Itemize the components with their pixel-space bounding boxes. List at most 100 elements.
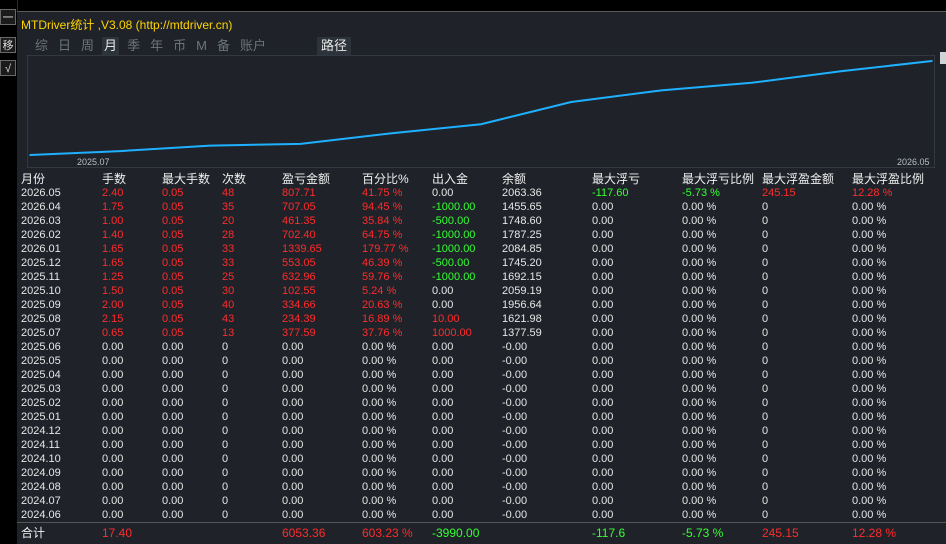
column-header-6[interactable]: 出入金	[432, 172, 468, 187]
table-row[interactable]: 2025.02 0.00 0.00 0 0.00 0.00 % 0.00 -0.00 0.00 0…	[21, 396, 941, 410]
cell-最大浮亏: -117.60	[592, 187, 629, 199]
tab-4[interactable]: 季	[125, 37, 142, 55]
cell-余额: -0.00	[502, 355, 528, 367]
total-lots: 17.40	[102, 526, 133, 540]
panel-scroll-edge[interactable]	[940, 52, 946, 64]
cell-最大浮亏比例: 0.00 %	[682, 425, 717, 437]
cell-出入金: -500.00	[432, 257, 470, 269]
cell-出入金: -1000.00	[432, 229, 476, 241]
table-row[interactable]: 2025.07 0.65 0.05 13 377.59 37.76 % 1000.00 137…	[21, 326, 941, 340]
cell-余额: 1377.59	[502, 327, 542, 339]
cell-最大浮盈比例: 0.00 %	[852, 411, 887, 423]
table-row[interactable]: 2025.10 1.50 0.05 30 102.55 5.24 % 0.00 2059.19…	[21, 284, 941, 298]
cell-最大手数: 0.05	[162, 327, 184, 339]
cell-余额: 1455.65	[502, 201, 542, 213]
tab-9[interactable]: 账户	[238, 37, 268, 55]
column-header-2[interactable]: 最大手数	[162, 172, 210, 187]
column-header-0[interactable]: 月份	[21, 172, 45, 187]
column-header-8[interactable]: 最大浮亏	[592, 172, 640, 187]
cell-最大浮亏比例: 0.00 %	[682, 201, 717, 213]
cell-最大浮盈金额: 0	[762, 313, 769, 325]
column-header-7[interactable]: 余额	[502, 172, 526, 187]
table-row[interactable]: 2025.09 2.00 0.05 40 334.66 20.63 % 0.00 1956.6…	[21, 298, 941, 312]
cell-次数: 30	[222, 285, 235, 297]
cell-最大浮亏比例: 0.00 %	[682, 439, 717, 451]
table-row[interactable]: 2026.03 1.00 0.05 20 461.35 35.84 % -500.00 174…	[21, 214, 941, 228]
tab-2[interactable]: 周	[79, 37, 96, 55]
tab-3[interactable]: 月	[102, 37, 120, 55]
cell-最大浮亏比例: 0.00 %	[682, 453, 717, 465]
cell-月份: 2026.03	[21, 215, 61, 227]
tab-0[interactable]: 综	[33, 37, 50, 55]
tab-6[interactable]: 币	[171, 37, 188, 55]
tab-5[interactable]: 年	[148, 37, 165, 55]
cell-百分比%: 0.00 %	[362, 439, 397, 451]
cell-最大手数: 0.05	[162, 187, 184, 199]
table-row[interactable]: 2026.04 1.75 0.05 35 707.05 94.45 % -1000.00 14…	[21, 200, 941, 214]
cell-最大浮盈比例: 0.00 %	[852, 229, 887, 241]
table-row[interactable]: 2026.01 1.65 0.05 33 1339.65 179.77 % -1000.00…	[21, 242, 941, 256]
table-row[interactable]: 2024.06 0.00 0.00 0 0.00 0.00 % 0.00 -0.00 0.00 0…	[21, 508, 941, 522]
total-profit: 6053.36	[282, 526, 326, 540]
minimize-button[interactable]: 一	[0, 9, 16, 25]
cell-最大浮盈金额: 0	[762, 229, 769, 241]
table-row[interactable]: 2024.12 0.00 0.00 0 0.00 0.00 % 0.00 -0.00 0.00 0…	[21, 424, 941, 438]
move-button[interactable]: 移	[0, 37, 16, 53]
column-header-10[interactable]: 最大浮盈金额	[762, 172, 834, 187]
table-row[interactable]: 2025.11 1.25 0.05 25 632.96 59.76 % -1000.00 16…	[21, 270, 941, 284]
x-tick-end: 2026.05	[897, 157, 930, 167]
table-row[interactable]: 2024.08 0.00 0.00 0 0.00 0.00 % 0.00 -0.00 0.00 0…	[21, 480, 941, 494]
table-row[interactable]: 2025.12 1.65 0.05 33 553.05 46.39 % -500.00 174…	[21, 256, 941, 270]
table-row[interactable]: 2024.11 0.00 0.00 0 0.00 0.00 % 0.00 -0.00 0.00 0…	[21, 438, 941, 452]
column-header-3[interactable]: 次数	[222, 172, 246, 187]
cell-最大浮盈比例: 0.00 %	[852, 495, 887, 507]
table-row[interactable]: 2026.02 1.40 0.05 28 702.40 64.75 % -1000.00 17…	[21, 228, 941, 242]
column-header-4[interactable]: 盈亏金额	[282, 172, 330, 187]
check-button[interactable]: √	[0, 60, 16, 76]
cell-次数: 0	[222, 355, 229, 367]
table-row[interactable]: 2025.03 0.00 0.00 0 0.00 0.00 % 0.00 -0.00 0.00 0…	[21, 382, 941, 396]
table-row[interactable]: 2024.10 0.00 0.00 0 0.00 0.00 % 0.00 -0.00 0.00 0…	[21, 452, 941, 466]
cell-最大手数: 0.05	[162, 229, 184, 241]
column-header-9[interactable]: 最大浮亏比例	[682, 172, 754, 187]
equity-point-2026.05	[931, 60, 933, 62]
cell-最大浮盈比例: 0.00 %	[852, 439, 887, 451]
cell-最大手数: 0.05	[162, 201, 184, 213]
table-row[interactable]: 2025.05 0.00 0.00 0 0.00 0.00 % 0.00 -0.00 0.00 0…	[21, 354, 941, 368]
cell-次数: 40	[222, 299, 235, 311]
cell-月份: 2024.06	[21, 509, 61, 521]
cell-最大浮亏: 0.00	[592, 369, 614, 381]
table-row[interactable]: 2024.09 0.00 0.00 0 0.00 0.00 % 0.00 -0.00 0.00 0…	[21, 466, 941, 480]
cell-最大浮盈比例: 0.00 %	[852, 271, 887, 283]
column-header-11[interactable]: 最大浮盈比例	[852, 172, 924, 187]
cell-最大浮亏: 0.00	[592, 383, 614, 395]
table-row[interactable]: 2026.05 2.40 0.05 48 807.71 41.75 % 0.00 2063.3…	[21, 186, 941, 200]
cell-最大手数: 0.05	[162, 243, 184, 255]
path-button[interactable]: 路径	[317, 37, 352, 55]
cell-最大浮盈比例: 0.00 %	[852, 257, 887, 269]
cell-最大浮亏: 0.00	[592, 327, 614, 339]
cell-月份: 2025.01	[21, 411, 61, 423]
tab-1[interactable]: 日	[56, 37, 73, 55]
cell-最大浮亏: 0.00	[592, 285, 614, 297]
table-row[interactable]: 2025.08 2.15 0.05 43 234.39 16.89 % 10.00 1621.…	[21, 312, 941, 326]
tab-8[interactable]: 备	[215, 37, 232, 55]
column-header-5[interactable]: 百分比%	[362, 172, 409, 187]
cell-最大浮盈金额: 0	[762, 355, 769, 367]
cell-最大浮亏比例: 0.00 %	[682, 285, 717, 297]
table-row[interactable]: 2024.07 0.00 0.00 0 0.00 0.00 % 0.00 -0.00 0.00 0…	[21, 494, 941, 508]
cell-手数: 0.65	[102, 327, 124, 339]
cell-最大浮盈金额: 0	[762, 341, 769, 353]
cell-百分比%: 0.00 %	[362, 355, 397, 367]
cell-最大浮亏比例: 0.00 %	[682, 369, 717, 381]
cell-次数: 33	[222, 257, 235, 269]
cell-最大浮盈比例: 0.00 %	[852, 509, 887, 521]
tab-7[interactable]: M	[194, 37, 209, 55]
table-row[interactable]: 2025.06 0.00 0.00 0 0.00 0.00 % 0.00 -0.00 0.00 0…	[21, 340, 941, 354]
cell-次数: 35	[222, 201, 235, 213]
table-row[interactable]: 2025.04 0.00 0.00 0 0.00 0.00 % 0.00 -0.00 0.00 0…	[21, 368, 941, 382]
cell-最大手数: 0.05	[162, 271, 184, 283]
table-row[interactable]: 2025.01 0.00 0.00 0 0.00 0.00 % 0.00 -0.00 0.00 0…	[21, 410, 941, 424]
column-header-1[interactable]: 手数	[102, 172, 126, 187]
total-label: 合计	[21, 526, 46, 540]
